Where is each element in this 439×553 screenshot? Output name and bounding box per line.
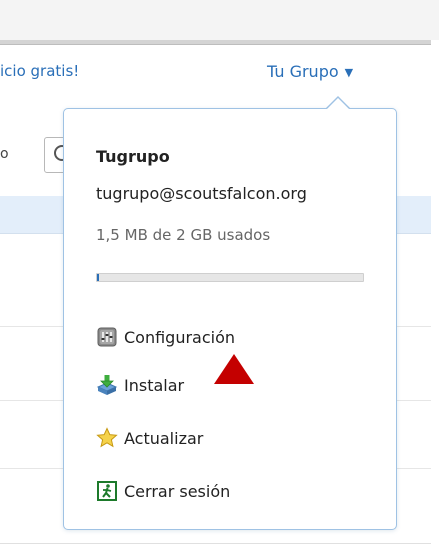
menu-item-actualizar[interactable]: Actualizar [96,425,203,451]
settings-icon [96,326,118,348]
menu-item-label: Configuración [124,327,236,347]
exit-icon [96,480,118,502]
storage-usage-text: 1,5 MB de 2 GB usados [96,226,271,244]
storage-usage-bar [96,273,364,282]
account-dropdown: Tugrupo tugrupo@scoutsfalcon.org 1,5 MB … [63,108,397,530]
menu-item-instalar[interactable]: Instalar [96,372,184,398]
account-name: Tugrupo [96,147,170,166]
popover-arrow-fill [327,98,349,109]
account-menu-button[interactable]: Tu Grupo ▼ [267,62,353,81]
install-icon [96,374,118,396]
account-label: Tu Grupo [267,62,339,81]
menu-item-label: Cerrar sesión [124,481,231,501]
partial-label: o [0,146,9,162]
promo-link[interactable]: icio gratis! [0,62,79,80]
top-band [0,0,439,40]
chevron-down-icon: ▼ [344,66,354,79]
row-divider [0,543,431,544]
menu-item-cerrar-sesion[interactable]: Cerrar sesión [96,478,230,504]
red-triangle-marker [214,354,254,384]
menu-item-label: Actualizar [124,428,204,448]
menu-item-label: Instalar [124,375,185,395]
account-email: tugrupo@scoutsfalcon.org [96,184,307,203]
storage-usage-fill [97,274,100,281]
header-divider [0,40,431,45]
star-icon [96,427,118,449]
menu-item-configuracion[interactable]: Configuración [96,324,235,350]
